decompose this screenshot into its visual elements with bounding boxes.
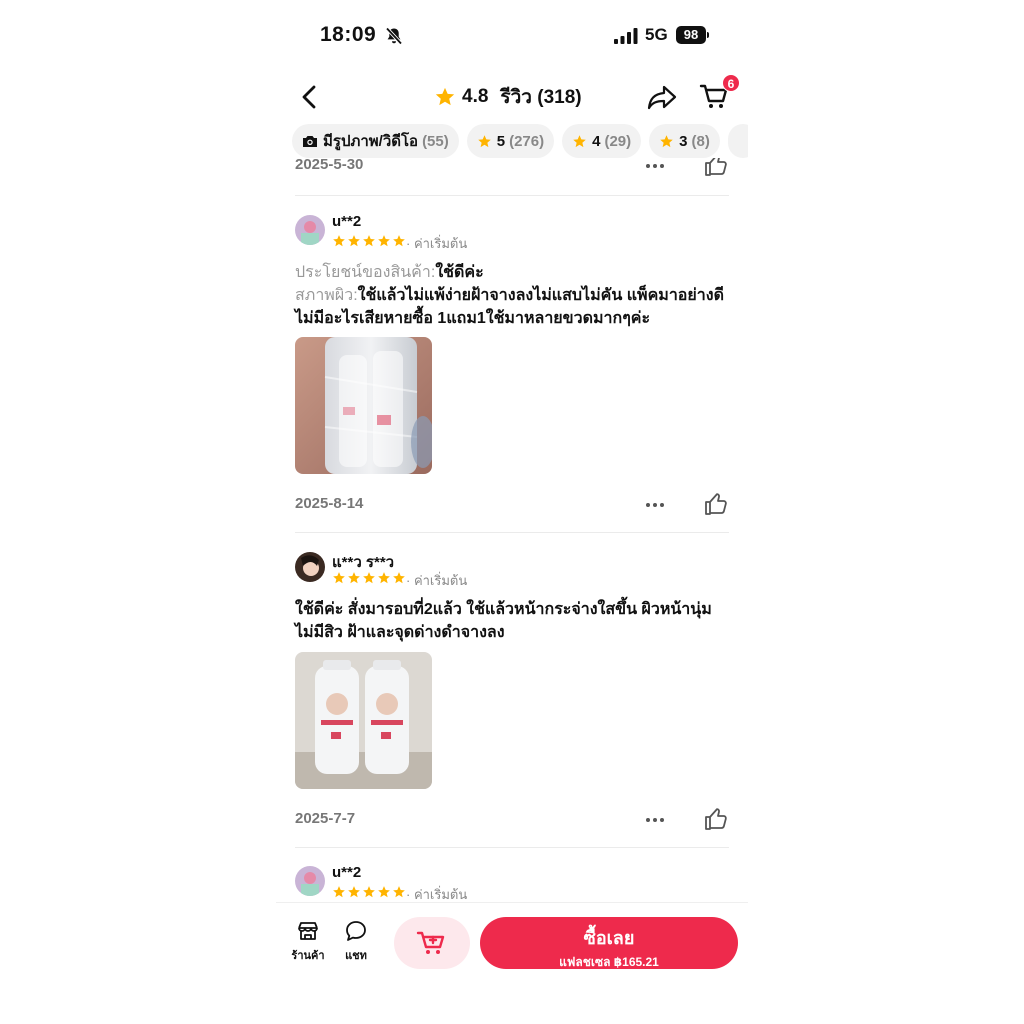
review-date: 2025-7-7 bbox=[295, 810, 356, 827]
star-icon bbox=[392, 571, 406, 585]
review-photo[interactable] bbox=[295, 337, 432, 474]
star-icon bbox=[362, 234, 376, 248]
filter-chip-media[interactable]: มีรูปภาพ/วิดีโอ (55) bbox=[292, 124, 459, 158]
filter-chip-label: 3 bbox=[679, 132, 688, 150]
star-icon bbox=[392, 885, 406, 899]
filter-chip-more[interactable] bbox=[727, 124, 748, 158]
reviewer-name: u**2 bbox=[332, 213, 362, 230]
bell-muted-icon bbox=[385, 27, 403, 45]
review-text: ประโยชน์ของสินค้า:ใช้ดีค่ะ สภาพผิว:ใช้แล… bbox=[295, 261, 735, 330]
review-user-row: u**2 · ค่าเริ่มต้น bbox=[295, 213, 729, 253]
divider bbox=[295, 847, 729, 848]
review-user-row: แ**ว ร**ว · ค่าเริ่มต้น bbox=[295, 550, 729, 590]
filter-chip-label: 5 bbox=[496, 132, 506, 150]
header: 4.8 รีวิว (318) 6 bbox=[276, 74, 748, 120]
review-user-row: u**2 · ค่าเริ่มต้น bbox=[295, 864, 729, 902]
page-title: 4.8 รีวิว (318) bbox=[434, 84, 582, 110]
avatar[interactable] bbox=[295, 215, 325, 245]
more-options-icon[interactable] bbox=[643, 493, 667, 517]
star-icon bbox=[347, 234, 361, 248]
thumbs-up-icon[interactable] bbox=[703, 491, 729, 517]
benefit-text: ใช้ดีค่ะ bbox=[435, 264, 484, 281]
shop-label: ร้านค้า bbox=[291, 950, 325, 962]
chat-label: แชท bbox=[345, 950, 367, 962]
back-arrow-icon[interactable] bbox=[296, 82, 324, 112]
filter-chip-count: (8) bbox=[691, 132, 710, 150]
review-meta-row: 2025-5-30 bbox=[295, 158, 729, 182]
star-icon bbox=[392, 234, 406, 248]
battery-level: 98 bbox=[676, 26, 706, 44]
star-icon bbox=[347, 571, 361, 585]
star-icon bbox=[362, 885, 376, 899]
filter-chip-count: (55) bbox=[422, 132, 449, 150]
chat-bubble-icon bbox=[346, 921, 366, 941]
review-list[interactable]: 2025-5-30 u**2 · ค่าเริ่มต้น ประโยชน์ของ… bbox=[276, 158, 748, 902]
star-icon bbox=[435, 87, 455, 106]
star-icon bbox=[347, 885, 361, 899]
review-meta-row: 2025-8-14 bbox=[295, 491, 729, 521]
review-meta-row: 2025-7-7 bbox=[295, 806, 729, 836]
thumbs-up-icon[interactable] bbox=[703, 806, 729, 832]
star-icon bbox=[332, 885, 346, 899]
star-icon bbox=[377, 234, 391, 248]
benefit-label: ประโยชน์ของสินค้า: bbox=[295, 264, 436, 281]
review-text: ใช้ดีค่ะ สั่งมารอบที่2แล้ว ใช้แล้วหน้ากร… bbox=[295, 601, 712, 641]
avatar[interactable] bbox=[295, 866, 325, 896]
divider bbox=[295, 195, 729, 196]
product-variant: · ค่าเริ่มต้น bbox=[406, 236, 468, 251]
product-variant: · ค่าเริ่มต้น bbox=[406, 573, 468, 588]
buy-now-button[interactable]: ซื้อเลย แฟลชเซล ฿165.21 bbox=[480, 917, 738, 969]
star-icon bbox=[362, 571, 376, 585]
filter-chip-label: 4 bbox=[592, 132, 601, 150]
skin-label: สภาพผิว: bbox=[295, 287, 358, 304]
flash-sale-price: แฟลชเซล ฿165.21 bbox=[559, 955, 659, 969]
star-icon bbox=[377, 885, 391, 899]
divider bbox=[295, 532, 729, 533]
bottom-action-bar: ร้านค้า แชท ซื้อเลย แฟลชเซล ฿165.21 bbox=[276, 902, 748, 982]
review-photo[interactable] bbox=[295, 652, 432, 789]
more-options-icon[interactable] bbox=[643, 808, 667, 832]
buy-now-label: ซื้อเลย bbox=[583, 928, 635, 948]
star-icon bbox=[660, 134, 673, 147]
filter-chip-count: (29) bbox=[604, 132, 632, 150]
star-icon bbox=[332, 571, 346, 585]
thumbs-up-icon[interactable] bbox=[703, 158, 729, 178]
more-options-icon[interactable] bbox=[643, 158, 667, 178]
camera-icon bbox=[303, 136, 317, 147]
network-type: 5G bbox=[645, 25, 668, 44]
star-icon bbox=[332, 234, 346, 248]
reviews-count-title: รีวิว (318) bbox=[500, 87, 582, 108]
star-rating bbox=[332, 885, 406, 899]
filter-chip-3-star[interactable]: 3 (8) bbox=[649, 124, 720, 158]
cart-count-badge: 6 bbox=[722, 74, 740, 92]
store-icon bbox=[298, 922, 318, 940]
filter-chips: มีรูปภาพ/วิดีโอ (55) 5 (276) 4 (29) 3 (8… bbox=[292, 124, 748, 158]
avatar[interactable] bbox=[295, 552, 325, 582]
filter-chip-5-star[interactable]: 5 (276) bbox=[466, 124, 555, 158]
star-icon bbox=[573, 134, 586, 147]
skin-text: ใช้แล้วไม่แพ้ง่ายฝ้าจางลงไม่แสบไม่คัน แพ… bbox=[295, 287, 724, 327]
cart-plus-icon bbox=[416, 931, 445, 954]
chat-button[interactable]: แชท bbox=[336, 919, 376, 964]
filter-chip-label: มีรูปภาพ/วิดีโอ bbox=[323, 133, 419, 150]
star-rating bbox=[332, 234, 406, 248]
phone-screen: 18:09 5G 98 4.8 รีวิว (318) 6 มีรูปภาพ/ว… bbox=[276, 0, 748, 1024]
shop-button[interactable]: ร้านค้า bbox=[288, 919, 328, 964]
average-rating: 4.8 bbox=[462, 86, 489, 107]
filter-chip-4-star[interactable]: 4 (29) bbox=[562, 124, 642, 158]
share-icon[interactable] bbox=[646, 82, 678, 112]
signal-icon bbox=[614, 28, 638, 44]
star-icon bbox=[377, 571, 391, 585]
battery-tip bbox=[707, 32, 709, 38]
review-date: 2025-5-30 bbox=[295, 158, 364, 173]
status-bar: 18:09 5G 98 bbox=[276, 20, 748, 52]
status-time: 18:09 bbox=[320, 23, 377, 46]
reviewer-name: u**2 bbox=[332, 864, 362, 881]
star-icon bbox=[478, 134, 491, 147]
add-to-cart-button[interactable] bbox=[394, 917, 470, 969]
star-rating bbox=[332, 571, 406, 585]
filter-chip-count: (276) bbox=[509, 132, 545, 150]
review-date: 2025-8-14 bbox=[295, 495, 364, 512]
product-variant: · ค่าเริ่มต้น bbox=[406, 887, 468, 902]
